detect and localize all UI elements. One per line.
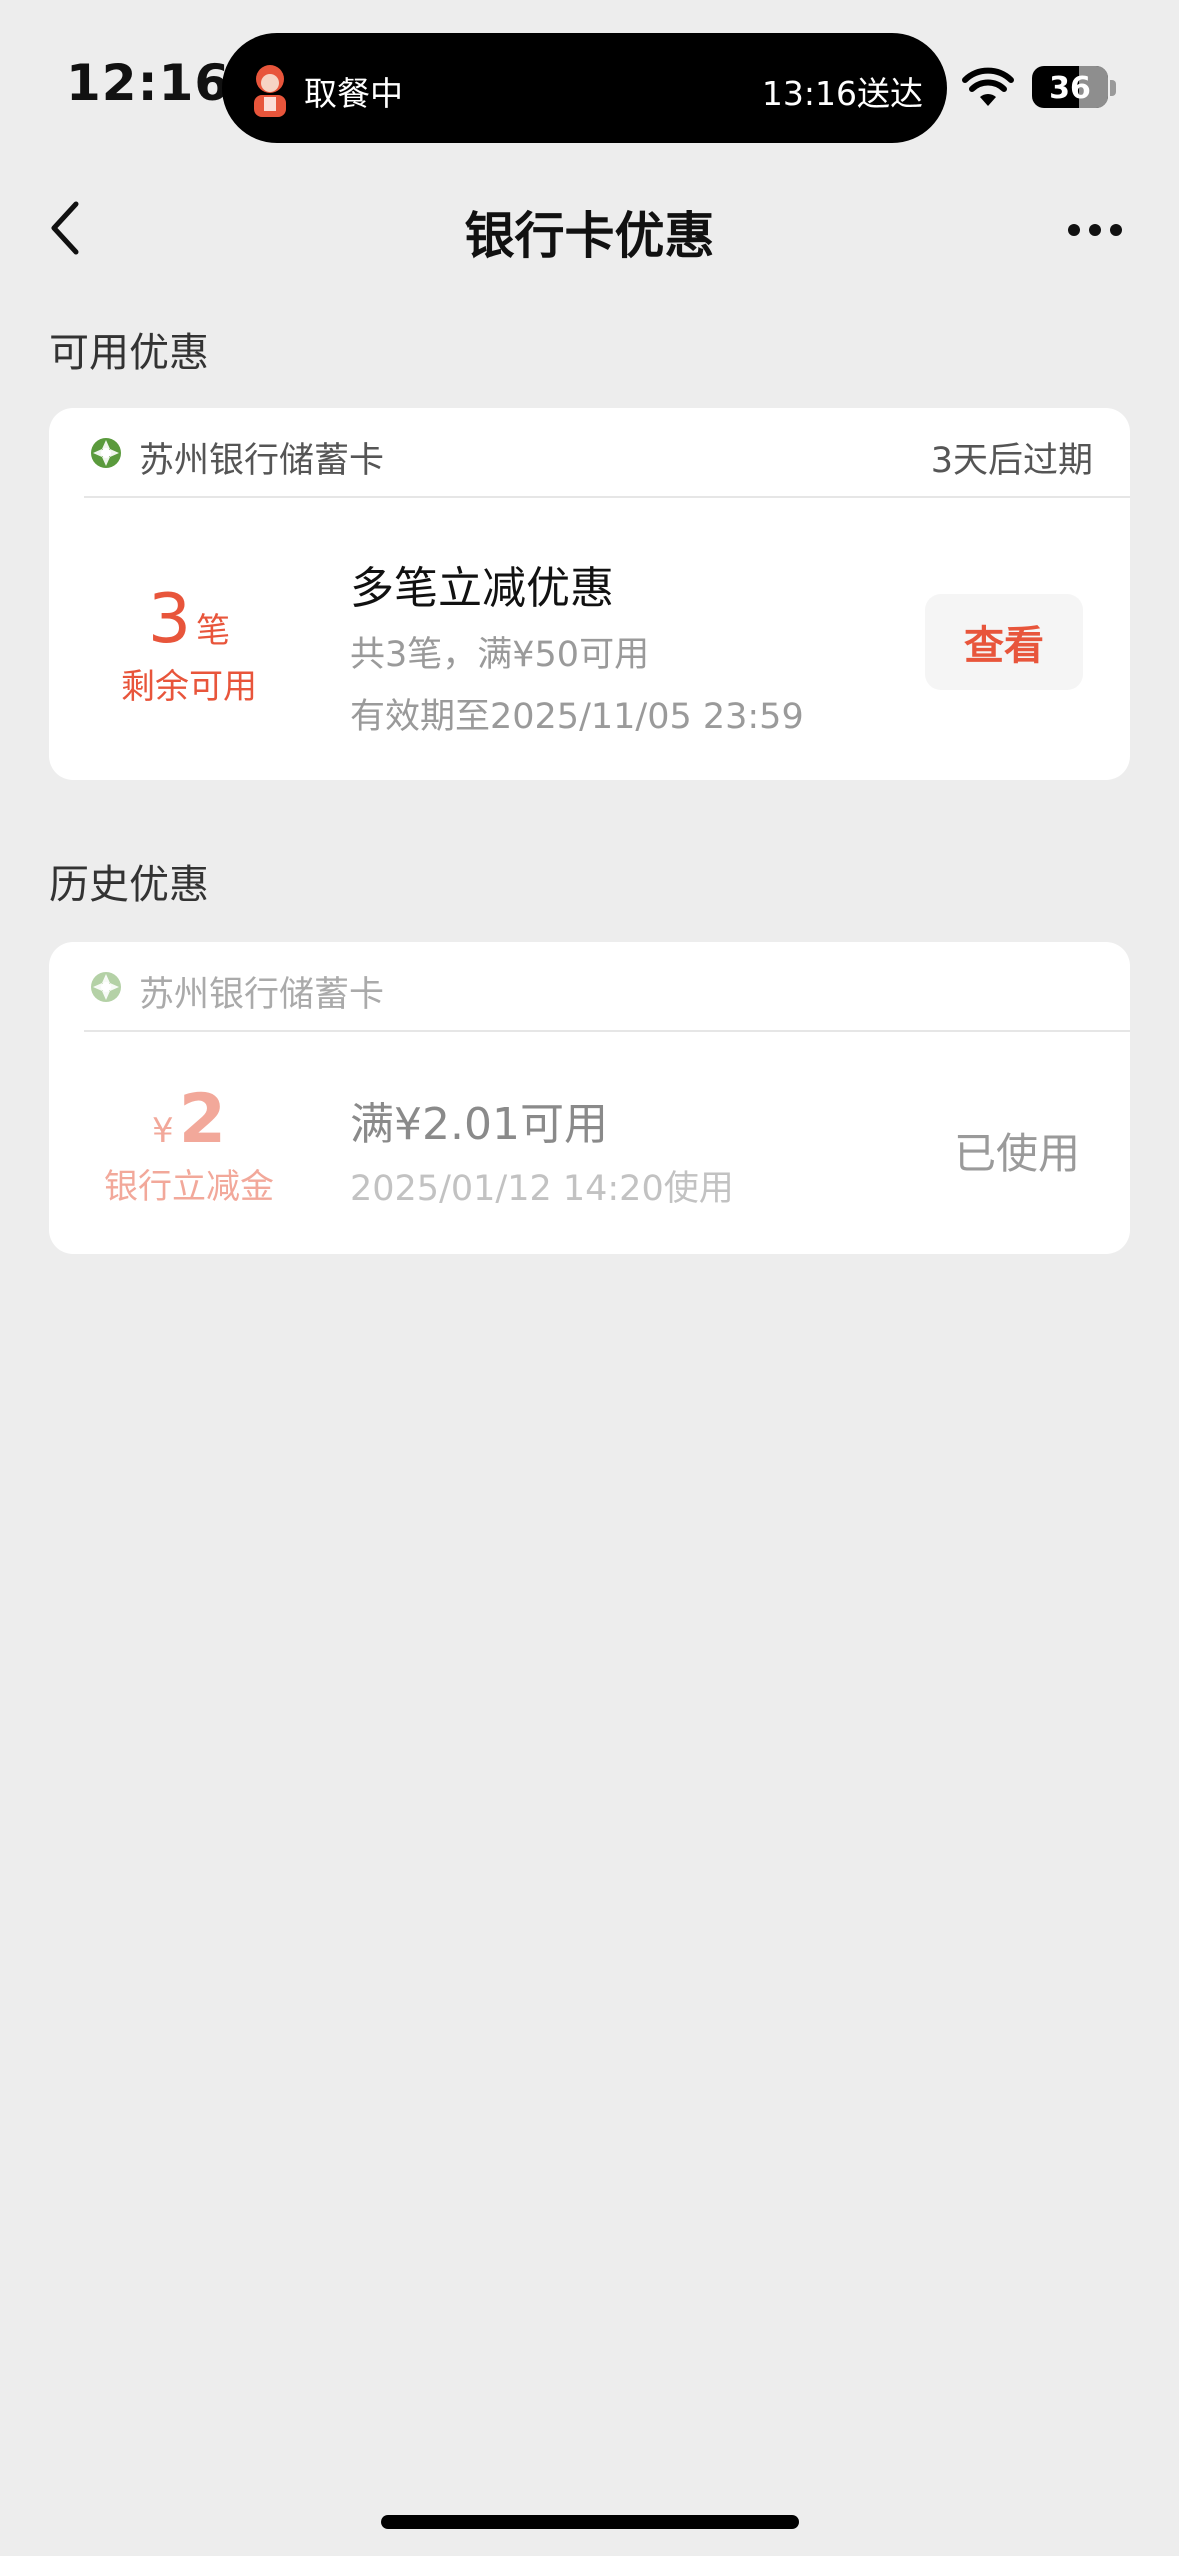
delivery-status: 取餐中 bbox=[304, 74, 403, 113]
status-time: 12:16 bbox=[66, 54, 231, 112]
dynamic-island-delivery[interactable]: 取餐中 13:16送达 bbox=[222, 33, 947, 143]
history-condition: 满¥2.01可用 bbox=[350, 1099, 608, 1150]
view-button[interactable]: 查看 bbox=[925, 594, 1083, 690]
courier-avatar-icon bbox=[254, 65, 286, 117]
history-used-time: 2025/01/12 14:20使用 bbox=[350, 1169, 734, 1209]
delivery-eta: 13:16送达 bbox=[761, 74, 923, 113]
divider bbox=[84, 496, 1130, 498]
section-title-history: 历史优惠 bbox=[49, 862, 209, 908]
battery-icon: 36 bbox=[1032, 66, 1108, 108]
battery-level: 36 bbox=[1049, 71, 1091, 106]
expire-text: 3天后过期 bbox=[930, 441, 1093, 481]
card-header: 苏州银行储蓄卡 bbox=[49, 942, 1130, 1032]
section-title-available: 可用优惠 bbox=[49, 330, 209, 376]
discount-amount: ¥ 2 银行立减金 bbox=[49, 1080, 329, 1208]
page-title: 银行卡优惠 bbox=[464, 207, 715, 265]
bank-logo-icon bbox=[91, 972, 121, 1002]
card-header: 苏州银行储蓄卡 3天后过期 bbox=[49, 408, 1130, 498]
remaining-number: 3 bbox=[147, 580, 192, 659]
remaining-count: 3 笔 剩余可用 bbox=[49, 580, 329, 708]
used-status: 已使用 bbox=[953, 1129, 1080, 1178]
wifi-icon bbox=[962, 67, 1014, 106]
remaining-unit: 笔 bbox=[196, 611, 231, 651]
coupon-card-history[interactable]: 苏州银行储蓄卡 ¥ 2 银行立减金 满¥2.01可用 2025/01/12 14… bbox=[49, 942, 1130, 1254]
status-bar: 12:16 取餐中 13:16送达 36 bbox=[0, 0, 1179, 160]
home-indicator[interactable] bbox=[381, 2515, 799, 2529]
deal-condition: 共3笔，满¥50可用 bbox=[350, 635, 650, 675]
bank-logo-icon bbox=[91, 438, 121, 468]
ellipsis-icon[interactable] bbox=[1060, 210, 1130, 250]
bank-name: 苏州银行储蓄卡 bbox=[139, 441, 385, 481]
amount-label: 银行立减金 bbox=[104, 1167, 274, 1207]
bank-name: 苏州银行储蓄卡 bbox=[139, 975, 385, 1015]
divider bbox=[84, 1030, 1130, 1032]
deal-title: 多笔立减优惠 bbox=[350, 563, 614, 614]
deal-validity: 有效期至2025/11/05 23:59 bbox=[350, 697, 804, 737]
coupon-card-available[interactable]: 苏州银行储蓄卡 3天后过期 3 笔 剩余可用 多笔立减优惠 共3笔，满¥50可用… bbox=[49, 408, 1130, 780]
currency-symbol: ¥ bbox=[151, 1111, 174, 1151]
amount-value: 2 bbox=[178, 1080, 227, 1159]
remaining-label: 剩余可用 bbox=[121, 667, 257, 707]
battery-tip bbox=[1110, 80, 1116, 96]
